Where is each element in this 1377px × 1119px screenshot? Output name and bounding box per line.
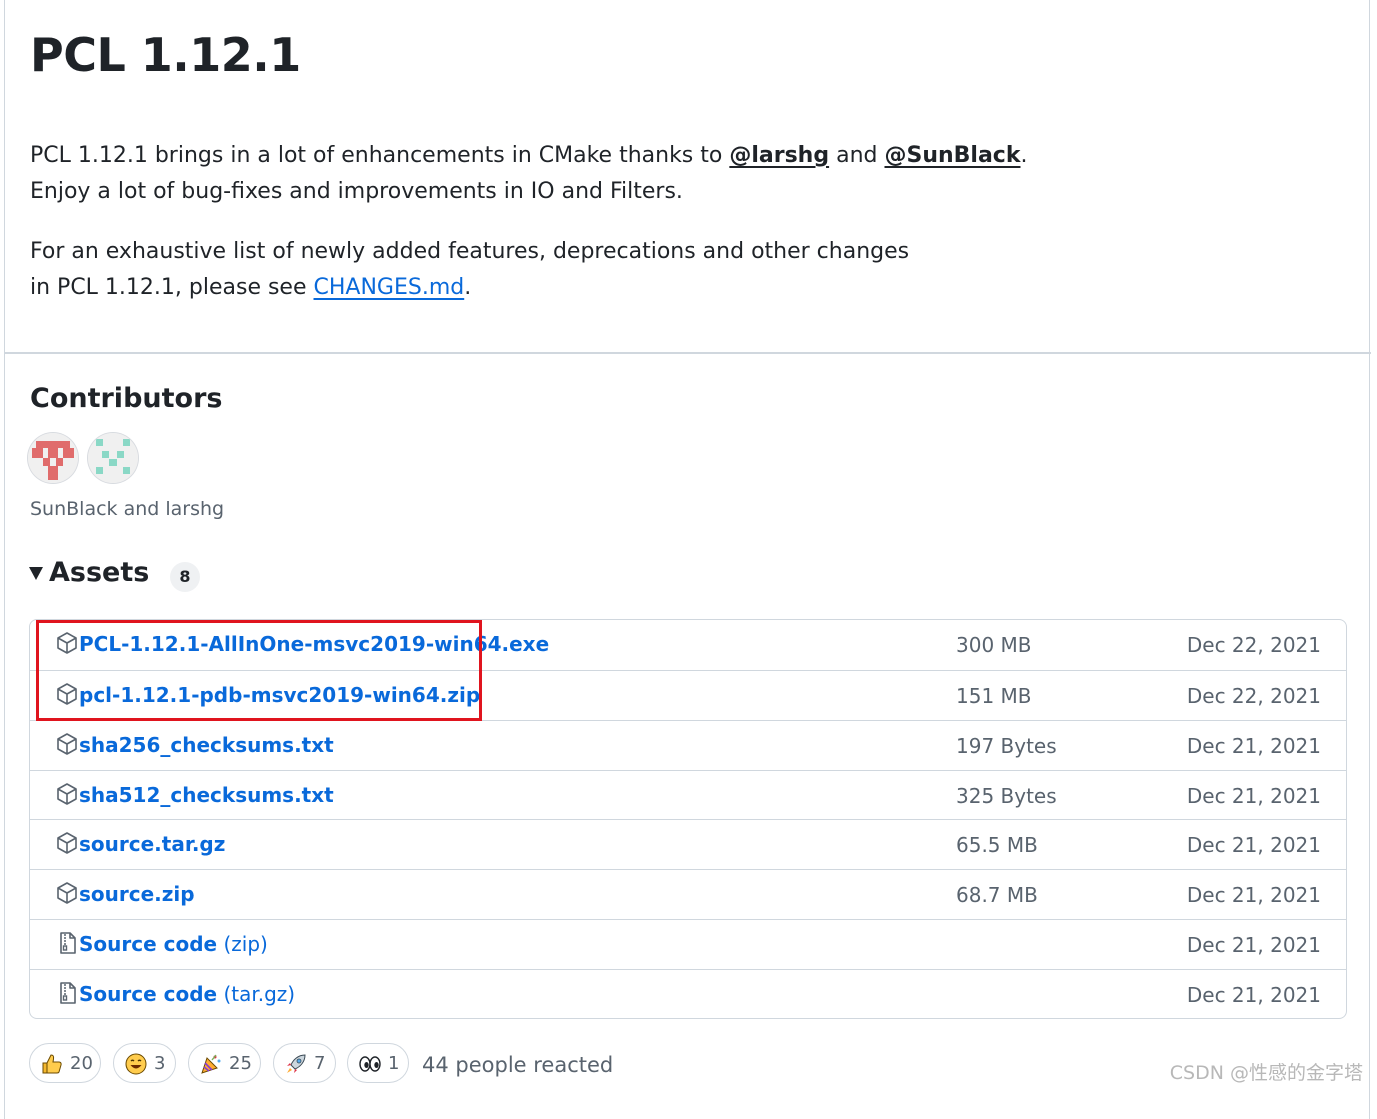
source-code-zip-link[interactable]: Source code (zip) <box>79 932 268 956</box>
asset-link[interactable]: source.tar.gz <box>79 832 225 856</box>
changes-md-link[interactable]: CHANGES.md <box>314 275 465 300</box>
mention-larshg-link[interactable]: @larshg <box>729 143 829 168</box>
asset-name: Source code <box>79 982 218 1006</box>
release-notes-text: PCL 1.12.1 brings in a lot of enhancemen… <box>30 143 730 168</box>
release-title: PCL 1.12.1 <box>30 28 301 82</box>
and-text: and <box>829 143 885 168</box>
period-text: . <box>1020 143 1028 168</box>
asset-size: 151 MB <box>956 684 1032 708</box>
assets-count-badge: 8 <box>170 562 200 592</box>
asset-date: Dec 22, 2021 <box>1186 633 1321 657</box>
asset-link[interactable]: sha512_checksums.txt <box>79 783 334 807</box>
contributors-names: SunBlack and larshg <box>30 498 225 520</box>
asset-size: 325 Bytes <box>956 784 1057 808</box>
asset-date: Dec 21, 2021 <box>1186 933 1321 957</box>
asset-ext: (tar.gz) <box>223 982 296 1006</box>
asset-date: Dec 21, 2021 <box>1186 784 1321 808</box>
reaction-count: 3 <box>154 1053 166 1074</box>
assets-collapse-caret-icon[interactable] <box>29 567 43 580</box>
rocket-icon <box>287 1054 306 1073</box>
asset-name: source.tar.gz <box>79 832 226 856</box>
file-zip-icon <box>60 932 76 954</box>
release-notes-paragraph-2: For an exhaustive list of newly added fe… <box>30 234 909 306</box>
reaction-rocket-button[interactable]: 7 <box>273 1043 336 1083</box>
release-notes-line-2: Enjoy a lot of bug-fixes and improvement… <box>30 179 683 204</box>
asset-link[interactable]: source.zip <box>79 882 195 906</box>
asset-ext: (zip) <box>223 932 268 956</box>
package-icon <box>57 832 77 854</box>
source-code-targz-link[interactable]: Source code (tar.gz) <box>79 982 295 1006</box>
asset-name: sha256_checksums.txt <box>79 733 334 757</box>
asset-date: Dec 22, 2021 <box>1186 684 1321 708</box>
avatar-larshg[interactable] <box>88 433 138 483</box>
tada-icon <box>201 1054 221 1074</box>
mention-sunblack-link[interactable]: @SunBlack <box>884 143 1020 168</box>
reaction-count: 1 <box>388 1053 400 1074</box>
asset-date: Dec 21, 2021 <box>1186 833 1321 857</box>
reactions-summary: 44 people reacted <box>422 1053 614 1077</box>
asset-size: 68.7 MB <box>956 883 1038 907</box>
asset-name: sha512_checksums.txt <box>79 783 334 807</box>
asset-name: Source code <box>79 932 218 956</box>
watermark-text: CSDN @性感的金字塔 <box>1169 1062 1363 1084</box>
smile-icon <box>125 1053 147 1075</box>
period-text-2: . <box>464 275 472 300</box>
asset-row: sha256_checksums.txt 197 Bytes Dec 21, 2… <box>30 720 1346 770</box>
identicon-sunblack <box>28 433 78 483</box>
contributors-heading: Contributors <box>30 383 223 414</box>
asset-row: source.tar.gz 65.5 MB Dec 21, 2021 <box>30 819 1346 869</box>
asset-name: source.zip <box>79 882 195 906</box>
changes-intro-text-2: in PCL 1.12.1, please see <box>30 275 314 300</box>
package-icon <box>57 783 77 805</box>
changes-intro-text: For an exhaustive list of newly added fe… <box>30 239 910 264</box>
reaction-thumbs-up-button[interactable]: 20 <box>29 1043 101 1083</box>
asset-row: source.zip 68.7 MB Dec 21, 2021 <box>30 869 1346 919</box>
asset-row: Source code (zip) Dec 21, 2021 <box>30 919 1346 969</box>
asset-size: 300 MB <box>956 633 1032 657</box>
avatar-sunblack[interactable] <box>28 433 78 483</box>
eyes-icon <box>359 1056 381 1072</box>
asset-date: Dec 21, 2021 <box>1186 983 1321 1007</box>
reaction-count: 20 <box>70 1053 93 1074</box>
assets-heading[interactable]: Assets <box>49 557 149 588</box>
reaction-eyes-button[interactable]: 1 <box>347 1043 409 1083</box>
asset-size: 197 Bytes <box>956 734 1057 758</box>
reaction-count: 25 <box>229 1053 252 1074</box>
reaction-smile-button[interactable]: 3 <box>113 1043 176 1083</box>
identicon-larshg <box>88 433 138 483</box>
asset-date: Dec 21, 2021 <box>1186 883 1321 907</box>
package-icon <box>57 882 77 904</box>
asset-row: sha512_checksums.txt 325 Bytes Dec 21, 2… <box>30 770 1346 820</box>
asset-row: Source code (tar.gz) Dec 21, 2021 <box>30 969 1346 1018</box>
section-divider <box>4 352 1371 354</box>
file-zip-icon <box>60 982 76 1004</box>
reaction-count: 7 <box>314 1053 326 1074</box>
asset-size: 65.5 MB <box>956 833 1038 857</box>
package-icon <box>57 733 77 755</box>
asset-link[interactable]: sha256_checksums.txt <box>79 733 334 757</box>
release-notes-paragraph-1: PCL 1.12.1 brings in a lot of enhancemen… <box>30 138 1027 210</box>
reaction-tada-button[interactable]: 25 <box>188 1043 261 1083</box>
annotation-highlight-box <box>36 620 482 721</box>
asset-date: Dec 21, 2021 <box>1186 734 1321 758</box>
thumbs-up-icon <box>42 1054 62 1074</box>
